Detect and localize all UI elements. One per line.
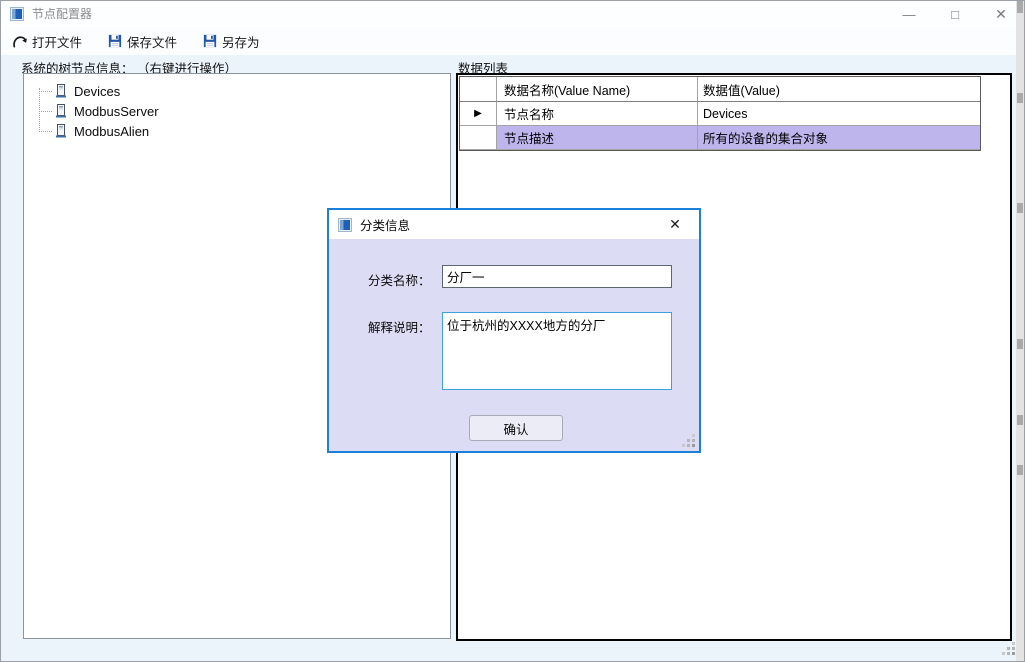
minimize-button[interactable]: — (886, 1, 932, 27)
row-header-cell[interactable] (460, 126, 497, 150)
cell-name[interactable]: 节点名称 (497, 102, 698, 126)
dialog-title-bar: 分类信息 ✕ (329, 210, 699, 239)
cell-name[interactable]: 节点描述 (497, 126, 698, 150)
save-as-label: 另存为 (222, 35, 260, 50)
cell-value[interactable]: Devices (698, 102, 980, 126)
save-file-label: 保存文件 (127, 35, 178, 50)
table-row: ▶ 节点名称 Devices (460, 102, 980, 126)
toolbar: 打开文件 保存文件 另存为 (1, 27, 1024, 55)
save-icon (203, 34, 217, 48)
category-name-input[interactable] (442, 265, 672, 288)
right-edge-scroll-strip (1016, 1, 1024, 661)
cell-value[interactable]: 所有的设备的集合对象 (698, 126, 980, 150)
tree-item-devices[interactable]: Devices (24, 81, 450, 101)
window-controls: — □ ✕ (886, 1, 1024, 27)
window-resize-grip[interactable] (1012, 652, 1015, 655)
tree-item-label: Devices (74, 83, 121, 99)
device-icon (56, 104, 66, 118)
open-arrow-icon (13, 35, 27, 47)
device-icon (56, 84, 66, 98)
dialog-title: 分类信息 (360, 219, 411, 233)
tree-item-modbusalien[interactable]: ModbusAlien (24, 121, 450, 141)
window-title: 节点配置器 (32, 7, 93, 21)
category-info-dialog: 分类信息 ✕ 分类名称： 解释说明： 位于杭州的XXXX地方的分厂 确认 (327, 208, 701, 453)
device-icon (56, 124, 66, 138)
row-header-cell[interactable]: ▶ (460, 102, 497, 126)
current-row-marker-icon: ▶ (474, 108, 482, 119)
save-as-button[interactable]: 另存为 (201, 29, 262, 53)
description-label: 解释说明： (368, 321, 431, 335)
grid-header-row: 数据名称(Value Name) 数据值(Value) (460, 77, 980, 102)
dialog-resize-grip[interactable] (692, 444, 695, 447)
dialog-close-icon[interactable]: ✕ (661, 210, 689, 239)
description-textarea[interactable]: 位于杭州的XXXX地方的分厂 (442, 312, 672, 390)
column-header-value[interactable]: 数据值(Value) (698, 77, 980, 102)
app-window: 节点配置器 — □ ✕ 打开文件 保存文件 另存为 系统的树节点信息： （右键进… (0, 0, 1025, 662)
app-icon (10, 7, 24, 21)
data-grid: 数据名称(Value Name) 数据值(Value) ▶ 节点名称 Devic… (459, 76, 981, 151)
node-tree: Devices ModbusServer ModbusAlien (24, 74, 450, 141)
open-file-label: 打开文件 (32, 35, 83, 50)
confirm-button[interactable]: 确认 (469, 415, 563, 441)
dialog-app-icon (338, 217, 352, 232)
maximize-button[interactable]: □ (932, 1, 978, 27)
tree-item-label: ModbusAlien (74, 123, 150, 139)
column-header-value-name[interactable]: 数据名称(Value Name) (497, 77, 698, 102)
tree-item-label: ModbusServer (74, 103, 159, 119)
title-bar: 节点配置器 — □ ✕ (1, 1, 1024, 27)
open-file-button[interactable]: 打开文件 (10, 29, 84, 53)
grid-body: ▶ 节点名称 Devices 节点描述 所有的设备的集合对象 (460, 102, 980, 150)
category-name-label: 分类名称： (368, 274, 431, 288)
table-row: 节点描述 所有的设备的集合对象 (460, 126, 980, 150)
save-icon (108, 34, 122, 48)
grid-corner-cell (460, 77, 497, 102)
save-file-button[interactable]: 保存文件 (106, 29, 179, 53)
tree-item-modbusserver[interactable]: ModbusServer (24, 101, 450, 121)
